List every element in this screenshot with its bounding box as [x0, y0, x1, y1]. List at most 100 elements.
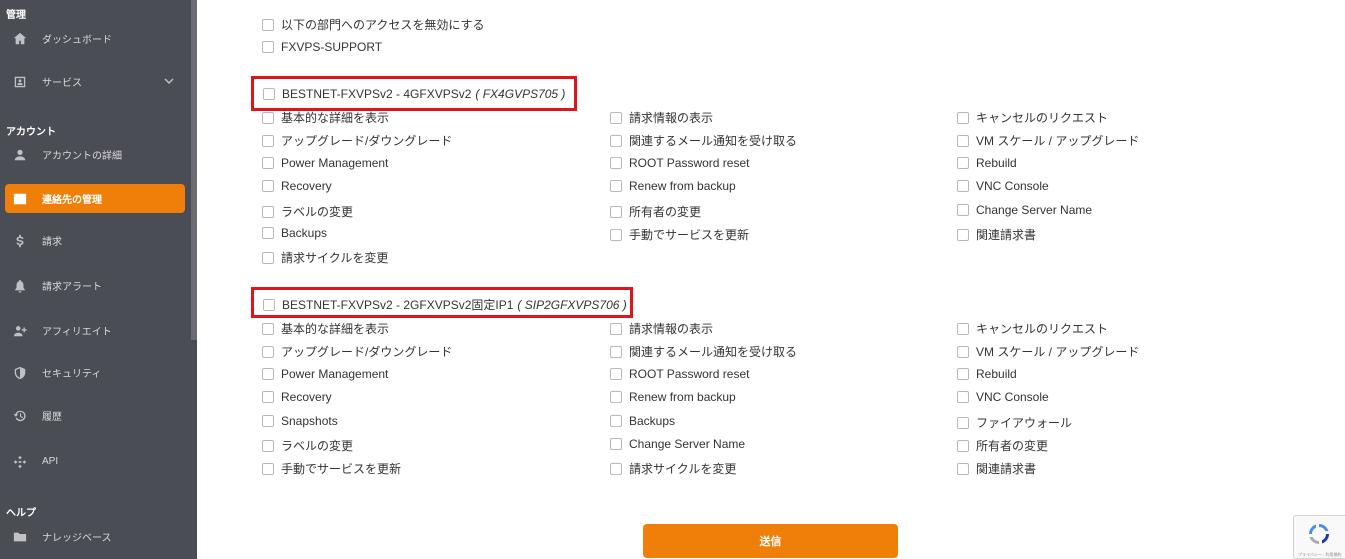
permission-checkbox[interactable]: Backups: [610, 414, 675, 428]
permission-checkbox[interactable]: 請求サイクルを変更: [262, 249, 388, 266]
permission-checkbox[interactable]: 基本的な詳細を表示: [262, 320, 389, 337]
checkbox[interactable]: [610, 345, 622, 358]
sidebar-item-history[interactable]: 履歴: [5, 401, 185, 430]
permission-checkbox[interactable]: 手動でサービスを更新: [262, 460, 401, 477]
checkbox[interactable]: [610, 322, 622, 335]
checkbox[interactable]: [610, 415, 622, 427]
permission-checkbox[interactable]: 関連するメール通知を受け取る: [610, 343, 797, 360]
checkbox[interactable]: [957, 180, 969, 192]
permission-checkbox[interactable]: ROOT Password reset: [610, 367, 749, 381]
permission-checkbox[interactable]: ROOT Password reset: [610, 156, 749, 170]
permission-checkbox[interactable]: アップグレード/ダウングレード: [262, 343, 452, 360]
chevron-down-icon[interactable]: [163, 75, 175, 90]
permission-checkbox[interactable]: キャンセルのリクエスト: [957, 320, 1108, 337]
checkbox[interactable]: [957, 134, 969, 147]
permission-checkbox[interactable]: 関連請求書: [957, 226, 1036, 243]
sidebar-scrollbar[interactable]: [191, 0, 197, 340]
permission-checkbox[interactable]: Change Server Name: [957, 203, 1092, 217]
recaptcha-badge[interactable]: プライバシー - 利用規約: [1293, 515, 1345, 559]
checkbox[interactable]: [610, 205, 622, 218]
sidebar-item-home[interactable]: ダッシュボード: [5, 24, 185, 53]
sidebar-item-contacts[interactable]: 連絡先の管理: [5, 184, 185, 213]
checkbox[interactable]: [262, 391, 274, 403]
permission-checkbox[interactable]: Renew from backup: [610, 390, 736, 404]
checkbox[interactable]: [262, 134, 274, 147]
checkbox[interactable]: [262, 18, 274, 31]
checkbox[interactable]: [262, 157, 274, 169]
checkbox[interactable]: [262, 345, 274, 358]
permission-checkbox[interactable]: 関連するメール通知を受け取る: [610, 132, 797, 149]
permission-checkbox[interactable]: 基本的な詳細を表示: [262, 109, 389, 126]
department-checkbox[interactable]: FXVPS-SUPPORT: [262, 40, 382, 54]
checkbox[interactable]: [957, 157, 969, 169]
permission-checkbox[interactable]: 請求情報の表示: [610, 109, 713, 126]
checkbox[interactable]: [262, 41, 274, 53]
checkbox[interactable]: [957, 111, 969, 124]
permission-checkbox[interactable]: VM スケール / アップグレード: [957, 132, 1139, 149]
checkbox[interactable]: [610, 391, 622, 403]
permission-checkbox[interactable]: 所有者の変更: [957, 437, 1048, 454]
permission-checkbox[interactable]: Recovery: [262, 390, 332, 404]
checkbox[interactable]: [262, 227, 274, 239]
permission-checkbox[interactable]: Rebuild: [957, 156, 1017, 170]
checkbox[interactable]: [957, 228, 969, 241]
checkbox[interactable]: [957, 345, 969, 358]
checkbox[interactable]: [957, 439, 969, 452]
checkbox[interactable]: [610, 134, 622, 147]
permission-checkbox[interactable]: ラベルの変更: [262, 437, 353, 454]
permission-checkbox[interactable]: Recovery: [262, 179, 332, 193]
checkbox[interactable]: [957, 204, 969, 216]
permission-checkbox[interactable]: キャンセルのリクエスト: [957, 109, 1108, 126]
checkbox[interactable]: [262, 439, 274, 452]
checkbox[interactable]: [262, 111, 274, 124]
sidebar-item-id-card[interactable]: サービス: [5, 67, 185, 96]
sidebar-item-shield[interactable]: セキュリティ: [5, 358, 185, 387]
checkbox[interactable]: [610, 180, 622, 192]
checkbox[interactable]: [263, 298, 275, 311]
checkbox[interactable]: [610, 228, 622, 241]
sidebar-item-bell[interactable]: 請求アラート: [5, 271, 185, 300]
checkbox[interactable]: [262, 462, 274, 475]
permission-checkbox[interactable]: Power Management: [262, 367, 388, 381]
permission-checkbox[interactable]: Renew from backup: [610, 179, 736, 193]
permission-checkbox[interactable]: VNC Console: [957, 179, 1049, 193]
checkbox[interactable]: [262, 368, 274, 380]
checkbox[interactable]: [957, 391, 969, 403]
permission-checkbox[interactable]: VNC Console: [957, 390, 1049, 404]
service-checkbox[interactable]: BESTNET-FXVPSv2 - 2GFXVPSv2固定IP1( SIP2GF…: [263, 296, 627, 313]
checkbox[interactable]: [610, 462, 622, 475]
submit-button[interactable]: 送信: [643, 524, 898, 558]
sidebar-item-api[interactable]: API: [5, 447, 185, 476]
disable-department-access-checkbox[interactable]: 以下の部門へのアクセスを無効にする: [262, 16, 485, 33]
permission-checkbox[interactable]: ファイアウォール: [957, 414, 1072, 431]
checkbox[interactable]: [957, 416, 969, 429]
permission-checkbox[interactable]: Power Management: [262, 156, 388, 170]
checkbox[interactable]: [262, 415, 274, 427]
sidebar-item-folder[interactable]: ナレッジベース: [5, 522, 185, 551]
permission-checkbox[interactable]: 関連請求書: [957, 460, 1036, 477]
permission-checkbox[interactable]: VM スケール / アップグレード: [957, 343, 1139, 360]
checkbox[interactable]: [610, 157, 622, 169]
checkbox[interactable]: [610, 368, 622, 380]
permission-checkbox[interactable]: Change Server Name: [610, 437, 745, 451]
permission-checkbox[interactable]: 請求サイクルを変更: [610, 460, 736, 477]
sidebar-item-users-plus[interactable]: アフィリエイト: [5, 316, 185, 345]
checkbox[interactable]: [957, 462, 969, 475]
permission-checkbox[interactable]: Snapshots: [262, 414, 338, 428]
permission-checkbox[interactable]: アップグレード/ダウングレード: [262, 132, 452, 149]
checkbox[interactable]: [262, 322, 274, 335]
permission-checkbox[interactable]: 請求情報の表示: [610, 320, 713, 337]
sidebar-item-user[interactable]: アカウントの詳細: [5, 140, 185, 169]
permission-checkbox[interactable]: 手動でサービスを更新: [610, 226, 749, 243]
permission-checkbox[interactable]: Backups: [262, 226, 327, 240]
permission-checkbox[interactable]: ラベルの変更: [262, 203, 353, 220]
checkbox[interactable]: [610, 438, 622, 450]
service-checkbox[interactable]: BESTNET-FXVPSv2 - 4GFXVPSv2( FX4GVPS705 …: [263, 87, 565, 101]
checkbox[interactable]: [957, 322, 969, 335]
sidebar-item-dollar[interactable]: 請求: [5, 226, 185, 255]
checkbox[interactable]: [262, 205, 274, 218]
checkbox[interactable]: [262, 180, 274, 192]
checkbox[interactable]: [263, 88, 275, 100]
permission-checkbox[interactable]: 所有者の変更: [610, 203, 701, 220]
permission-checkbox[interactable]: Rebuild: [957, 367, 1017, 381]
